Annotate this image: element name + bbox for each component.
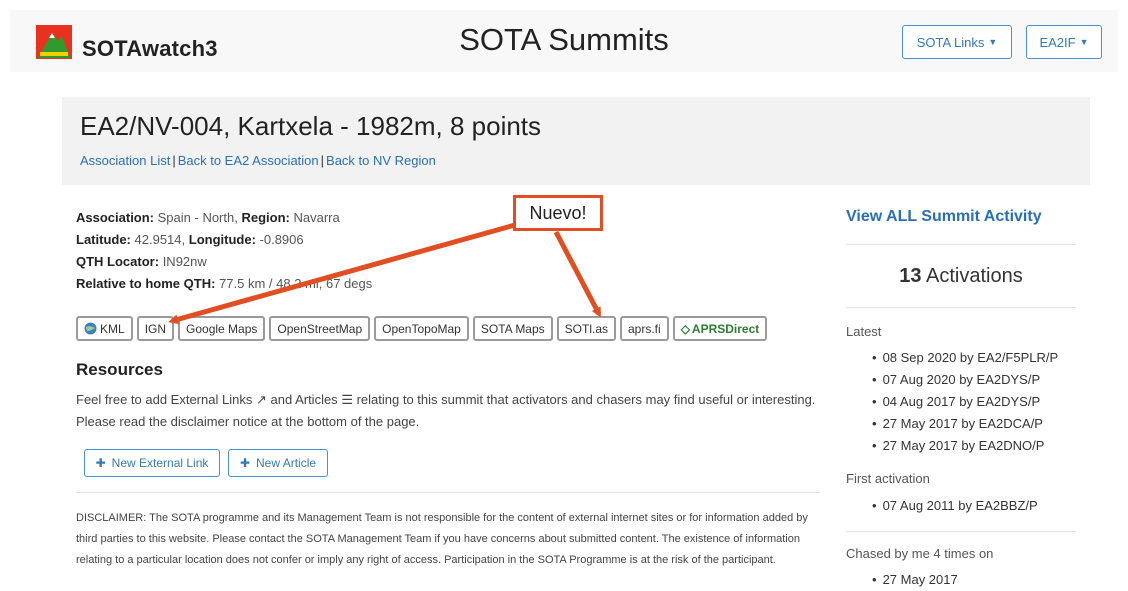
user-label: EA2IF bbox=[1039, 34, 1076, 50]
arrow-to-sotlas bbox=[553, 230, 602, 318]
coordinates-row: Latitude: 42.9514, Longitude: -0.8906 bbox=[76, 232, 304, 247]
ign-button[interactable]: IGN bbox=[136, 316, 175, 341]
qth-locator-row: QTH Locator: IN92nw bbox=[76, 254, 207, 269]
list-icon: ☰ bbox=[341, 392, 353, 407]
association-row: Association: Spain - North, Region: Nava… bbox=[76, 210, 340, 225]
aprs-direct-button[interactable]: ◇ APRSDirect bbox=[672, 316, 768, 341]
summit-title: EA2/NV-004, Kartxela - 1982m, 8 points bbox=[80, 111, 542, 141]
opentopomap-button[interactable]: OpenTopoMap bbox=[374, 316, 469, 341]
plus-icon: ✚ bbox=[239, 456, 251, 470]
list-item: 07 Aug 2011 by EA2BBZ/P bbox=[872, 495, 1038, 517]
first-activation-label: First activation bbox=[846, 471, 930, 486]
list-item: 27 May 2017 by EA2DCA/P bbox=[872, 413, 1058, 435]
sota-links-label: SOTA Links bbox=[916, 34, 985, 50]
sotlas-button[interactable]: SOTl.as bbox=[556, 316, 616, 341]
divider bbox=[846, 244, 1076, 245]
association-list-link[interactable]: Association List bbox=[80, 153, 170, 168]
list-item: 27 May 2017 by EA2DNO/P bbox=[872, 435, 1058, 457]
latest-activations-list: 08 Sep 2020 by EA2/F5PLR/P 07 Aug 2020 b… bbox=[872, 347, 1059, 457]
activation-count: 13 Activations bbox=[899, 265, 1023, 287]
relative-row: Relative to home QTH: 77.5 km / 48.2 mi,… bbox=[76, 276, 373, 291]
divider bbox=[846, 531, 1076, 532]
map-links: KML IGN Google Maps OpenStreetMap OpenTo… bbox=[76, 316, 768, 341]
resources-heading: Resources bbox=[76, 360, 163, 379]
external-link-icon: ↗ bbox=[255, 392, 267, 407]
kml-button[interactable]: KML bbox=[76, 316, 133, 341]
summit-details: Association: Spain - North, Region: Nava… bbox=[76, 207, 372, 295]
aprs-fi-button[interactable]: aprs.fi bbox=[620, 316, 669, 341]
diamond-icon: ◇ bbox=[680, 321, 690, 336]
plus-icon: ✚ bbox=[95, 456, 106, 470]
google-maps-button[interactable]: Google Maps bbox=[178, 316, 266, 341]
user-dropdown[interactable]: EA2IF ▼ bbox=[1026, 25, 1102, 59]
sota-maps-button[interactable]: SOTA Maps bbox=[472, 316, 553, 341]
globe-icon bbox=[84, 322, 97, 335]
caret-down-icon: ▼ bbox=[1079, 37, 1089, 47]
navbar: SOTAwatch3 SOTA Summits SOTA Links ▼ EA2… bbox=[10, 10, 1118, 72]
back-to-association-link[interactable]: Back to EA2 Association bbox=[178, 153, 319, 168]
caret-down-icon: ▼ bbox=[988, 37, 998, 47]
view-all-activity-link[interactable]: View ALL Summit Activity bbox=[846, 208, 1042, 226]
list-item: 08 Sep 2020 by EA2/F5PLR/P bbox=[872, 347, 1059, 369]
disclaimer-text: DISCLAIMER: The SOTA programme and its M… bbox=[76, 512, 808, 566]
divider bbox=[76, 492, 820, 493]
openstreetmap-button[interactable]: OpenStreetMap bbox=[269, 316, 371, 341]
summit-header: EA2/NV-004, Kartxela - 1982m, 8 points A… bbox=[62, 97, 1090, 185]
back-to-region-link[interactable]: Back to NV Region bbox=[326, 153, 436, 168]
divider bbox=[846, 307, 1076, 308]
list-item: 04 Aug 2017 by EA2DYS/P bbox=[872, 391, 1058, 413]
new-article-button[interactable]: ✚ New Article bbox=[228, 449, 328, 477]
chased-label: Chased by me 4 times on bbox=[846, 546, 994, 561]
nuevo-callout: Nuevo! bbox=[513, 195, 603, 231]
breadcrumb: Association List | Back to EA2 Association… bbox=[80, 153, 436, 168]
latest-label: Latest bbox=[846, 324, 882, 339]
first-activation-list: 07 Aug 2011 by EA2BBZ/P bbox=[872, 495, 1038, 517]
sota-links-dropdown[interactable]: SOTA Links ▼ bbox=[902, 25, 1012, 59]
list-item: 07 Aug 2020 by EA2DYS/P bbox=[872, 369, 1058, 391]
resources-description: Feel free to add External Links ↗ and Ar… bbox=[76, 392, 816, 429]
new-external-link-button[interactable]: ✚ New External Link bbox=[84, 449, 220, 477]
